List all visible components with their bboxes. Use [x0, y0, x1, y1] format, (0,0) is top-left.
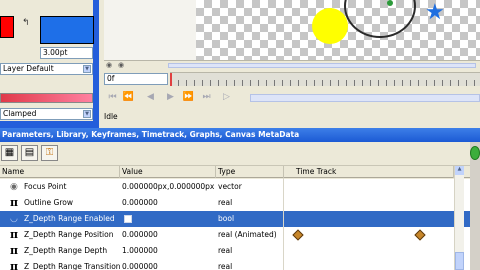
timeline-ticks [170, 80, 480, 86]
real-param-icon: π [10, 244, 19, 257]
params-toolbar: ▦ ▤ ⚿ [0, 142, 480, 166]
chevron-down-icon: ▼ [83, 110, 91, 118]
gradient-preview[interactable] [0, 93, 93, 103]
blend-method-dropdown[interactable]: Clamped ▼ [0, 108, 93, 120]
param-value[interactable]: 0.000000 [122, 259, 158, 270]
timetrack-gridline [283, 178, 284, 270]
param-name: Outline Grow [24, 198, 73, 207]
refresh-icon[interactable] [470, 146, 480, 160]
real-param-icon: π [10, 228, 19, 241]
col-name-header[interactable]: Name [0, 166, 120, 178]
status-text: Idle [104, 112, 118, 121]
layer-default-dropdown[interactable]: Layer Default ▼ [0, 63, 93, 75]
param-row-focus-point[interactable]: ◉ Focus Point 0.000000px,0.000000px vect… [0, 179, 470, 195]
timeline-slider[interactable] [170, 72, 480, 86]
param-type: vector [218, 182, 242, 191]
seek-prev-keyframe-button[interactable]: ⏪ [122, 91, 135, 104]
param-value[interactable]: 0.000000 [122, 195, 158, 211]
play-button[interactable]: ▶ [164, 91, 177, 104]
param-row-zdepth-position[interactable]: π Z_Depth Range Position 0.000000 real (… [0, 227, 470, 243]
zdepth-enabled-checkbox[interactable] [124, 215, 132, 223]
seek-end-button[interactable]: ⏭ [200, 91, 213, 104]
focus-point-icon: ◉ [10, 182, 18, 192]
param-type: real [218, 246, 233, 255]
toolbox-panel: ↰ 3.00pt Layer Default ▼ Clamped ▼ [0, 0, 99, 128]
params-panel-title[interactable]: Parameters, Library, Keyframes, Timetrac… [0, 128, 480, 142]
keyframe-lock-icon[interactable]: ⚿ [41, 145, 58, 161]
col-value-header[interactable]: Value [120, 166, 216, 178]
grid-icon[interactable]: ▦ [1, 145, 18, 161]
param-name: Z_Depth Range Enabled [24, 214, 115, 223]
library-icon[interactable]: ▤ [21, 145, 38, 161]
canvas-left-gutter [104, 0, 196, 60]
right-panel-edge [470, 142, 480, 270]
seek-prev-frame-button[interactable]: ◀ [144, 91, 157, 104]
param-name: Z_Depth Range Depth [24, 246, 108, 255]
seek-next-frame-button[interactable]: ⏩ [182, 91, 195, 104]
bool-param-icon: ◡ [10, 214, 18, 224]
swap-colors-icon[interactable]: ↰ [22, 18, 30, 28]
real-param-icon: π [10, 260, 19, 270]
param-row-zdepth-transition[interactable]: π Z_Depth Range Transition 0.000000 real [0, 259, 470, 270]
current-time-field[interactable]: 0f [104, 73, 168, 85]
outline-color-swatch[interactable] [0, 16, 14, 38]
canvas-viewport[interactable]: ★ [104, 0, 480, 60]
brush-width-field[interactable]: 3.00pt [40, 47, 93, 59]
param-type: real (Animated) [218, 230, 277, 239]
scroll-up-arrow[interactable]: ▲ [455, 166, 464, 175]
col-type-header[interactable]: Type [216, 166, 284, 178]
param-name: Z_Depth Range Transition [24, 262, 121, 270]
keyframe-marker[interactable] [414, 229, 426, 241]
time-cursor[interactable] [170, 73, 172, 86]
keyframe-marker[interactable] [292, 229, 304, 241]
loop-button[interactable]: ▷ [220, 91, 233, 104]
scroll-thumb[interactable] [455, 252, 464, 270]
param-value[interactable]: 1.000000 [122, 243, 158, 259]
param-name: Z_Depth Range Position [24, 230, 114, 239]
ruler-scroll[interactable] [168, 63, 476, 68]
chevron-down-icon: ▼ [83, 65, 91, 73]
brush-width-value: 3.00pt [43, 48, 68, 57]
col-timetrack-header[interactable]: Time Track [284, 166, 454, 178]
param-value[interactable]: 0.000000px,0.000000px [122, 179, 214, 195]
params-column-header: Name Value Type Time Track [0, 166, 470, 178]
layer-default-label: Layer Default [3, 64, 54, 73]
canvas-ruler: ◉ ◉ [104, 60, 480, 70]
params-scrollbar[interactable]: ▲ [454, 166, 464, 270]
yellow-circle-shape[interactable] [312, 8, 348, 44]
fill-color-swatch[interactable] [40, 16, 94, 44]
param-row-outline-grow[interactable]: π Outline Grow 0.000000 real [0, 195, 470, 211]
real-param-icon: π [10, 196, 19, 209]
star-shape[interactable]: ★ [425, 0, 445, 26]
param-name: Focus Point [24, 182, 67, 191]
ruler-left-icon[interactable]: ◉ [106, 61, 112, 69]
param-value[interactable]: 0.000000 [122, 227, 158, 243]
render-progress-bar [250, 94, 480, 102]
param-row-zdepth-enabled[interactable]: ◡ Z_Depth Range Enabled bool [0, 211, 470, 227]
ruler-right-icon[interactable]: ◉ [118, 61, 124, 69]
param-type: real [218, 262, 233, 270]
current-time-value: 0f [107, 74, 115, 83]
seek-begin-button[interactable]: ⏮ [106, 91, 119, 104]
param-type: real [218, 198, 233, 207]
handle-dot[interactable] [387, 0, 393, 6]
panel-tab-strip [0, 121, 93, 128]
blend-method-label: Clamped [3, 109, 37, 118]
status-bar: Idle [104, 112, 480, 124]
param-row-zdepth-depth[interactable]: π Z_Depth Range Depth 1.000000 real [0, 243, 470, 259]
param-type: bool [218, 214, 235, 223]
